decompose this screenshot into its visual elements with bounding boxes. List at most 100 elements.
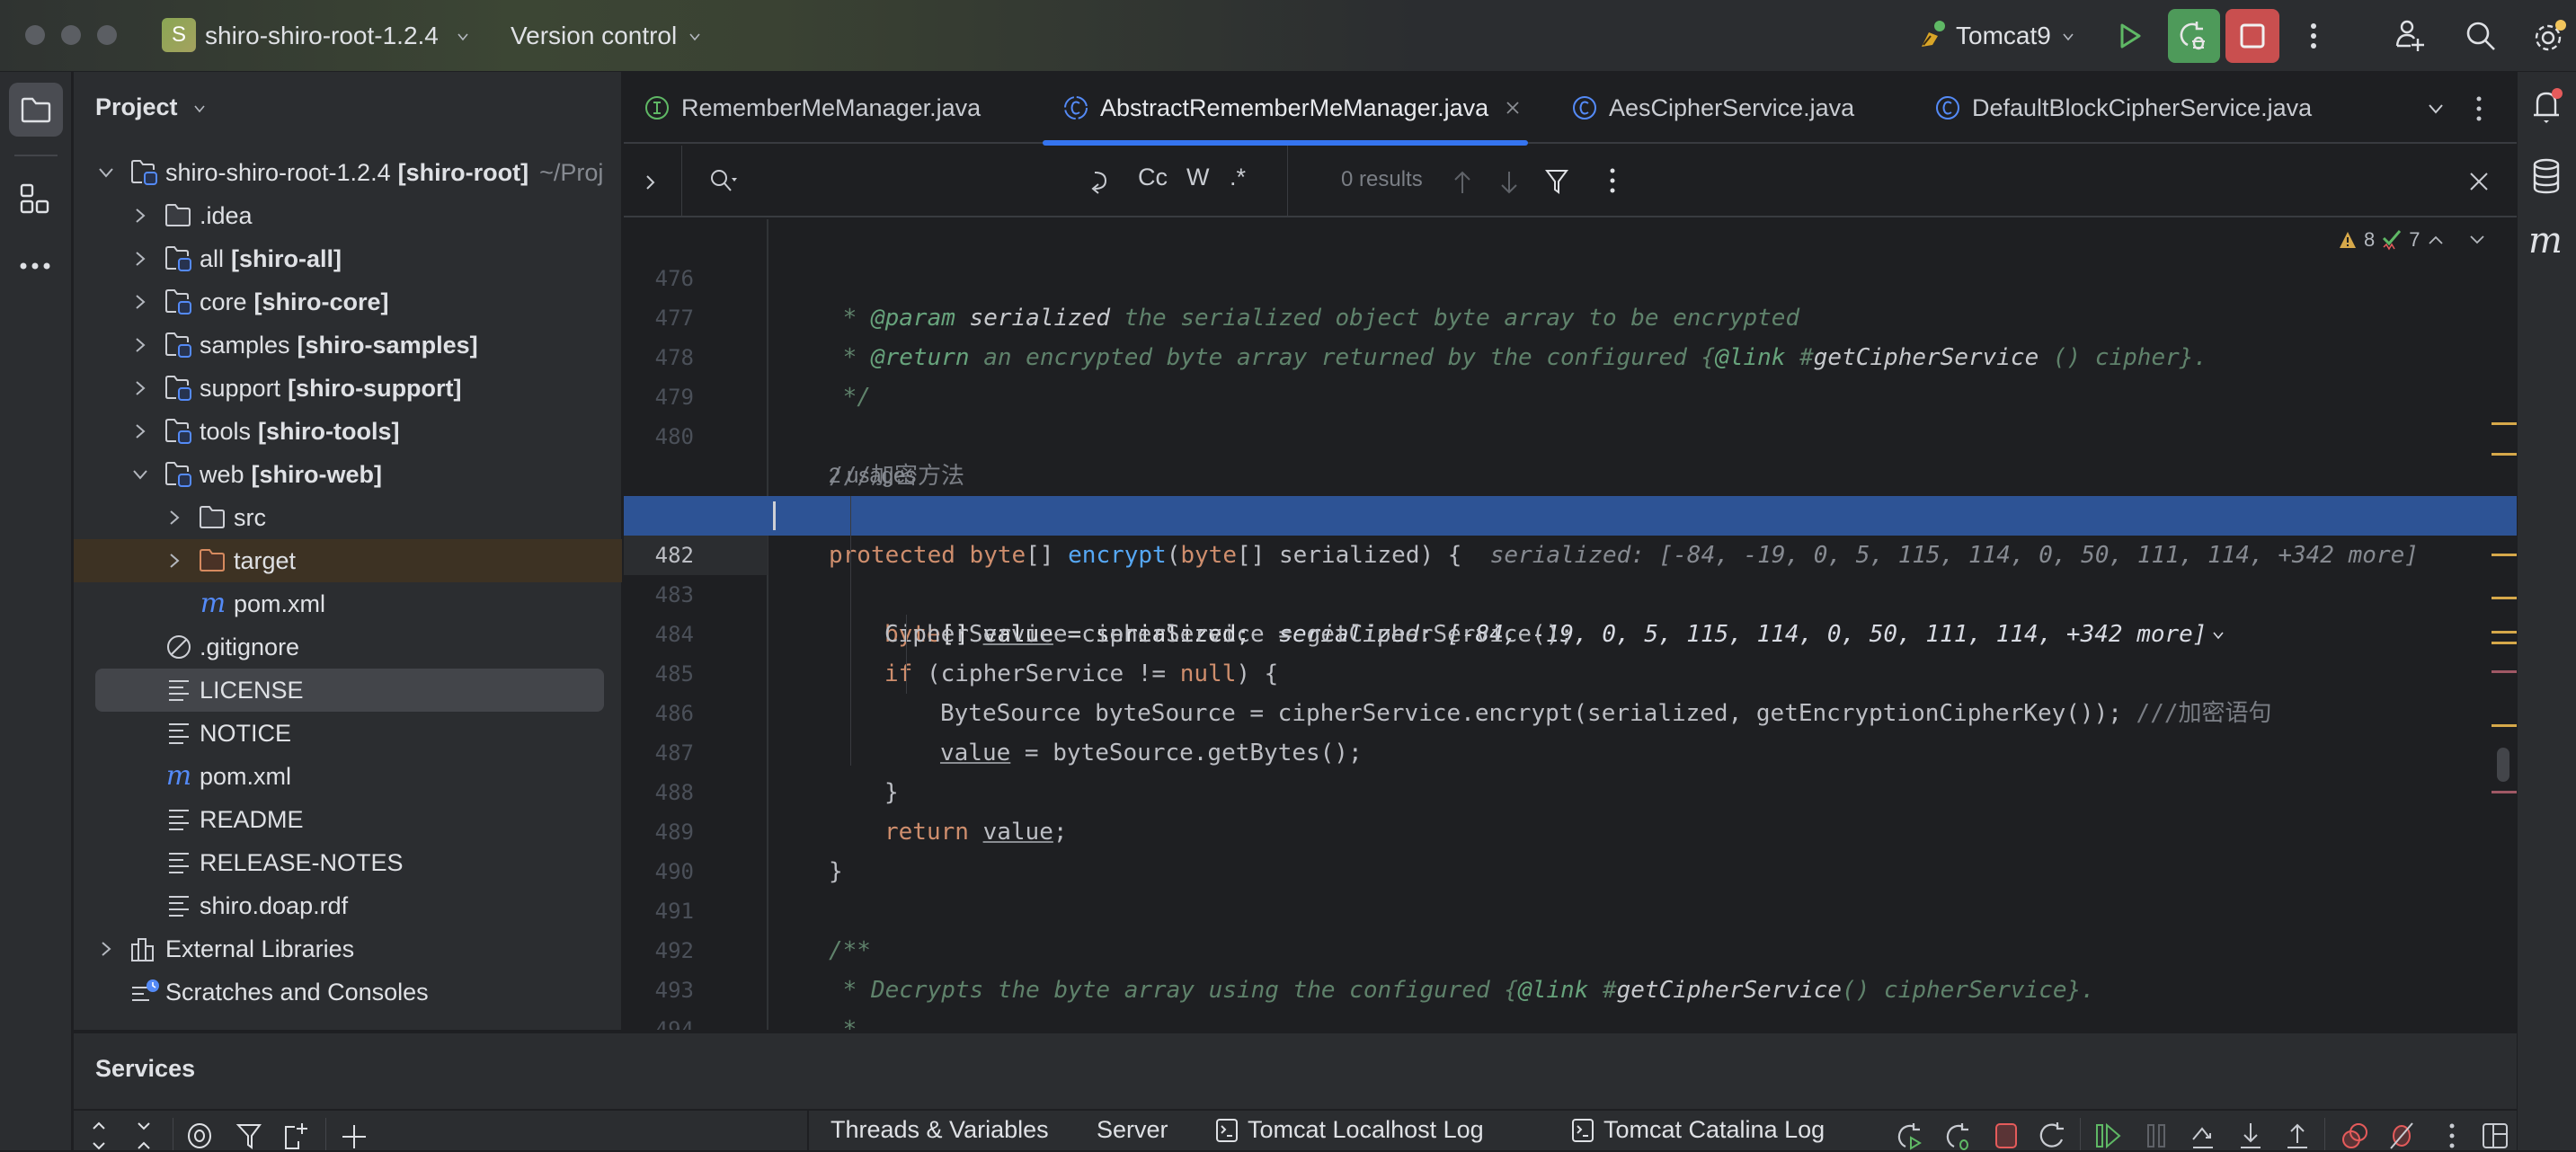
tree-item[interactable]: .idea — [74, 194, 622, 237]
tree-item[interactable]: samples [shiro-samples] — [74, 323, 622, 367]
expand-all-icon[interactable] — [84, 1121, 113, 1150]
previous-occurrence-icon[interactable] — [1452, 169, 1472, 196]
filter-icon[interactable] — [235, 1121, 264, 1150]
tree-item[interactable]: src — [74, 496, 622, 539]
code-line-476[interactable]: 476 * @param serialized the serialized o… — [624, 219, 2517, 332]
usages-hint[interactable]: 2 usages — [624, 417, 2517, 488]
project-tool-button[interactable] — [9, 83, 63, 137]
structure-tool-button[interactable] — [18, 183, 54, 219]
warning-marker[interactable] — [2492, 597, 2517, 599]
close-tab-icon[interactable] — [1505, 100, 1521, 116]
code-line-478[interactable]: 478 */ — [624, 298, 2517, 411]
code-line-491[interactable]: 491 /** — [624, 852, 2517, 964]
inspection-widget[interactable]: 8 7 — [2335, 228, 2489, 252]
database-button[interactable] — [2530, 158, 2566, 198]
window-zoom-button[interactable] — [97, 25, 117, 45]
window-minimize-button[interactable] — [61, 25, 81, 45]
tab-tomcat-catalina-log[interactable]: Tomcat Catalina Log — [1571, 1116, 1825, 1144]
tree-item[interactable]: shiro.doap.rdf — [74, 884, 622, 927]
new-tab-icon[interactable] — [282, 1121, 311, 1150]
chevron-right-icon[interactable] — [129, 334, 151, 356]
code-line-492[interactable]: 492 * Decrypts the byte array using the … — [624, 891, 2517, 1004]
tree-item[interactable]: shiro-shiro-root-1.2.4 [shiro-root] ~/Proj — [74, 151, 622, 194]
tree-item[interactable]: m pom.xml — [74, 755, 622, 798]
tree-item[interactable]: External Libraries — [74, 927, 622, 970]
code-line-477[interactable]: 477 * @return an encrypted byte array re… — [624, 259, 2517, 371]
code-line-490[interactable]: 490 — [624, 812, 2517, 884]
next-highlight-icon[interactable] — [2469, 235, 2485, 245]
code-line-488[interactable]: 488 return value; — [624, 733, 2517, 846]
find-more-icon[interactable] — [1609, 167, 1616, 194]
view-breakpoints-icon[interactable] — [2341, 1121, 2369, 1150]
tab-aescipherservice[interactable]: AesCipherService.java — [1571, 72, 1854, 144]
collapse-all-icon[interactable] — [129, 1121, 158, 1150]
warning-marker[interactable] — [2492, 631, 2517, 634]
layout-icon[interactable] — [2481, 1121, 2509, 1150]
step-out-icon[interactable] — [2283, 1121, 2312, 1150]
tree-item[interactable]: NOTICE — [74, 712, 622, 755]
code-line-481[interactable]: 481 protected byte[] encrypt(byte[] seri… — [624, 456, 2517, 569]
code-line-487[interactable]: 487 } — [624, 694, 2517, 806]
search-everywhere-button[interactable] — [2459, 14, 2502, 58]
tab-server[interactable]: Server — [1097, 1116, 1168, 1144]
tab-tomcat-localhost-log[interactable]: Tomcat Localhost Log — [1215, 1116, 1484, 1144]
execution-point-line-482[interactable]: 482 byte[] value = serialized; serialize… — [624, 496, 2517, 648]
warning-marker[interactable] — [2492, 422, 2517, 425]
tree-item[interactable]: LICENSE — [95, 669, 604, 712]
newline-toggle-icon[interactable] — [1086, 167, 1113, 196]
previous-highlight-icon[interactable] — [2428, 235, 2444, 245]
regex-toggle[interactable]: .* — [1230, 164, 1246, 191]
warning-marker[interactable] — [2492, 554, 2517, 556]
rerun-debug-icon[interactable] — [1945, 1121, 1974, 1150]
code-line-495[interactable]: 495 * @return the decrypted byte array r… — [624, 1010, 2517, 1030]
tree-item[interactable]: RELEASE-NOTES — [74, 841, 622, 884]
expand-replace-icon[interactable] — [644, 173, 656, 192]
stop-icon[interactable] — [1992, 1121, 2021, 1150]
tree-item[interactable]: core [shiro-core] — [74, 280, 622, 323]
code-editor[interactable]: 476 * @param serialized the serialized o… — [624, 219, 2517, 1030]
chevron-down-icon[interactable] — [129, 464, 151, 485]
code-with-me-button[interactable] — [2389, 14, 2432, 58]
tree-item[interactable]: README — [74, 798, 622, 841]
code-line-486[interactable]: 486 value = byteSource.getBytes(); — [624, 654, 2517, 767]
restart-icon[interactable] — [2039, 1121, 2067, 1150]
whole-words-toggle[interactable]: W — [1186, 164, 1209, 191]
code-line-484[interactable]: 484 if (cipherService != null) { — [624, 575, 2517, 687]
pause-icon[interactable] — [2143, 1121, 2172, 1150]
chevron-down-icon[interactable] — [95, 162, 117, 183]
code-line-489[interactable]: 489 } — [624, 773, 2517, 885]
find-input[interactable] — [750, 162, 1055, 201]
chevron-right-icon[interactable] — [164, 507, 185, 528]
tab-list-chevron-icon[interactable] — [2427, 102, 2445, 115]
project-view-selector[interactable]: Project — [95, 93, 206, 121]
code-line-483[interactable]: 483 CipherService cipherService = getCip… — [624, 536, 2517, 648]
code-line-479[interactable]: 479 — [624, 338, 2517, 410]
tree-item[interactable]: all [shiro-all] — [74, 237, 622, 280]
chevron-right-icon[interactable] — [129, 291, 151, 313]
tab-more-icon[interactable] — [2475, 95, 2483, 122]
tree-item[interactable]: target — [74, 539, 622, 582]
code-line-480[interactable]: 480 ///加密方法 — [624, 377, 2517, 490]
error-marker[interactable] — [2492, 791, 2517, 793]
more-tools-button[interactable] — [18, 261, 54, 279]
code-line-494[interactable]: 494 * @param encrypted the encrypted byt… — [624, 970, 2517, 1030]
chevron-right-icon[interactable] — [129, 248, 151, 270]
tab-remembermemanager[interactable]: RememberMeManager.java — [644, 72, 981, 144]
tree-item[interactable]: Scratches and Consoles — [74, 970, 622, 1014]
tree-item[interactable]: web [shiro-web] — [74, 453, 622, 496]
tree-item[interactable]: support [shiro-support] — [74, 367, 622, 410]
rerun-icon[interactable] — [1896, 1121, 1925, 1150]
chevron-right-icon[interactable] — [129, 421, 151, 442]
settings-button[interactable] — [2529, 14, 2571, 58]
resume-icon[interactable] — [2094, 1121, 2123, 1150]
step-into-icon[interactable] — [2236, 1121, 2265, 1150]
tree-item[interactable]: .gitignore — [74, 625, 622, 669]
mute-breakpoints-icon[interactable] — [2387, 1121, 2416, 1150]
tab-abstractremembermemanager[interactable]: AbstractRememberMeManager.java — [1062, 72, 1521, 144]
warning-marker[interactable] — [2492, 453, 2517, 456]
debug-rerun-button[interactable] — [2168, 9, 2220, 63]
tab-threads-variables[interactable]: Threads & Variables — [831, 1116, 1049, 1144]
code-line-493[interactable]: 493 * — [624, 931, 2517, 1030]
next-occurrence-icon[interactable] — [1499, 169, 1519, 196]
chevron-right-icon[interactable] — [95, 938, 117, 960]
